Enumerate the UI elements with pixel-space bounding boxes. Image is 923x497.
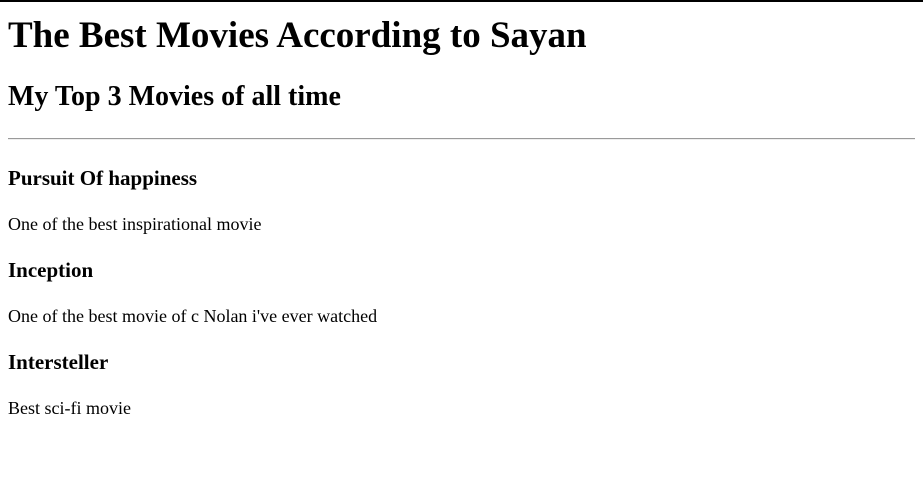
divider — [8, 138, 915, 140]
movie-title: Intersteller — [8, 350, 109, 374]
movie-item: Intersteller Best sci-fi movie — [8, 350, 915, 419]
page-content: The Best Movies According to Sayan My To… — [0, 14, 923, 419]
movie-description: One of the best inspirational movie — [8, 214, 262, 234]
page-subtitle: My Top 3 Movies of all time — [8, 81, 341, 112]
movie-list: Pursuit Of happiness One of the best ins… — [8, 166, 915, 419]
movie-title: Inception — [8, 258, 94, 282]
page-title: The Best Movies According to Sayan — [8, 15, 587, 56]
movie-description: Best sci-fi movie — [8, 398, 131, 418]
movie-item: Inception One of the best movie of c Nol… — [8, 258, 915, 327]
movie-description: One of the best movie of c Nolan i've ev… — [8, 306, 378, 326]
movie-title: Pursuit Of happiness — [8, 166, 198, 190]
movie-item: Pursuit Of happiness One of the best ins… — [8, 166, 915, 235]
